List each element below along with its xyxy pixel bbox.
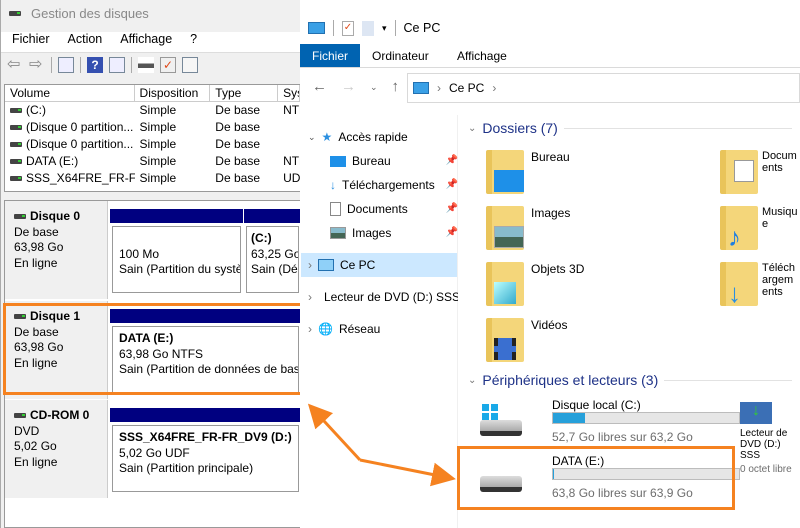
arrow-to-data-e — [359, 458, 456, 487]
arrow-to-disk-1 — [307, 403, 362, 462]
annotation-arrows — [307, 403, 456, 487]
